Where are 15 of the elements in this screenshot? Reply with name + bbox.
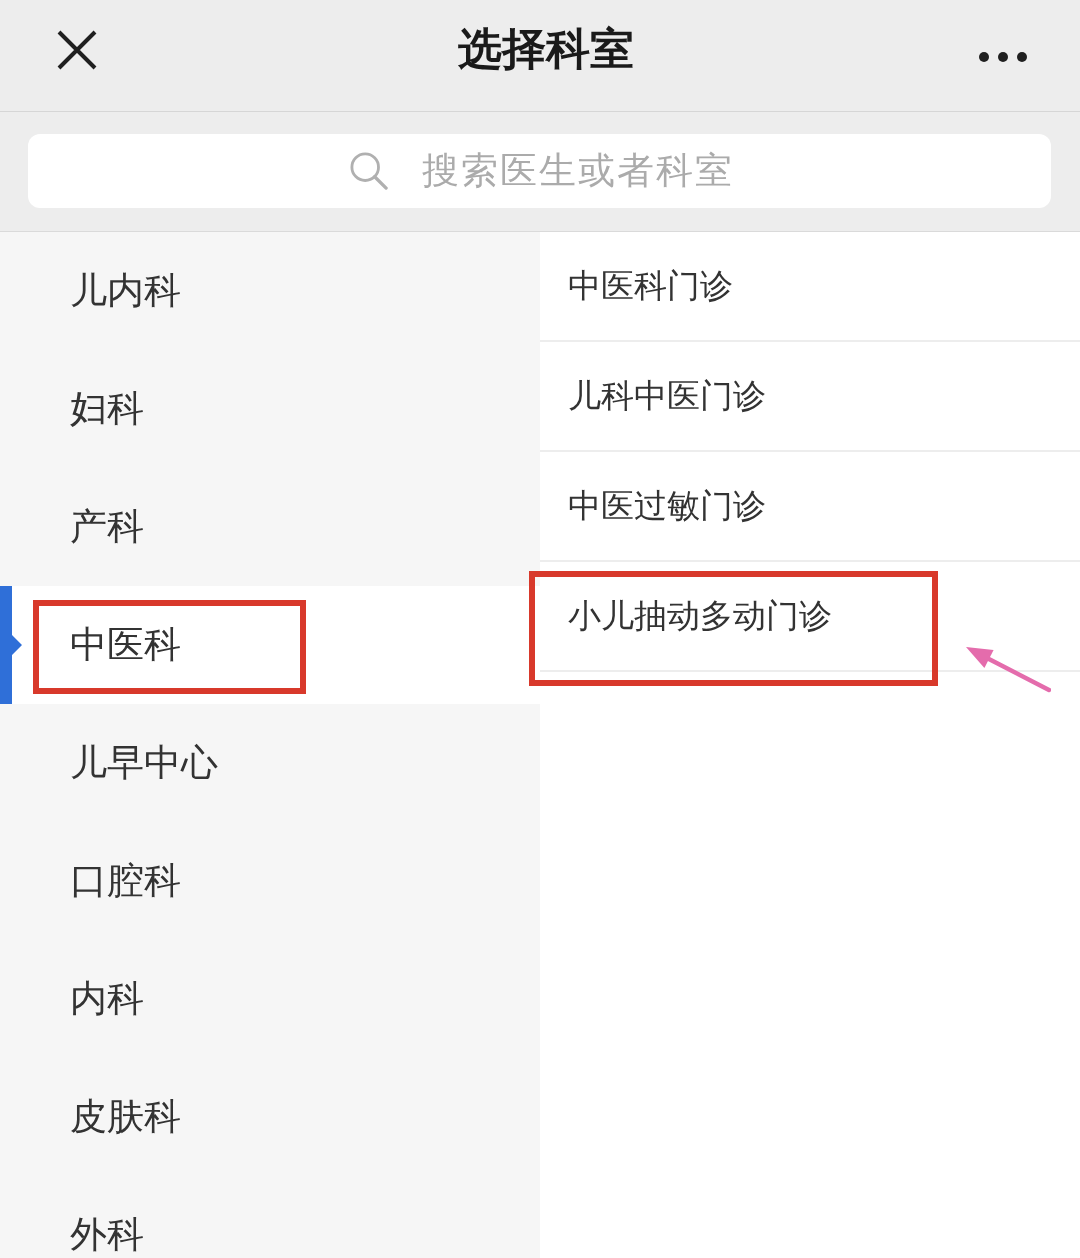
search-field[interactable]: 搜索医生或者科室 [28,134,1051,208]
search-icon [350,152,388,190]
department-item[interactable]: 中医科 [0,586,540,704]
department-item[interactable]: 口腔科 [0,822,540,940]
department-item[interactable]: 外科 [0,1176,540,1258]
department-item[interactable]: 妇科 [0,350,540,468]
department-item[interactable]: 儿内科 [0,232,540,350]
more-icon[interactable] [979,51,1027,62]
page-title: 选择科室 [457,23,634,76]
selection-marker-icon [0,586,22,704]
department-item[interactable]: 产科 [0,468,540,586]
department-item[interactable]: 儿早中心 [0,704,540,822]
close-icon[interactable] [57,29,97,70]
department-item[interactable]: 皮肤科 [0,1058,540,1176]
department-item[interactable]: 内科 [0,940,540,1058]
